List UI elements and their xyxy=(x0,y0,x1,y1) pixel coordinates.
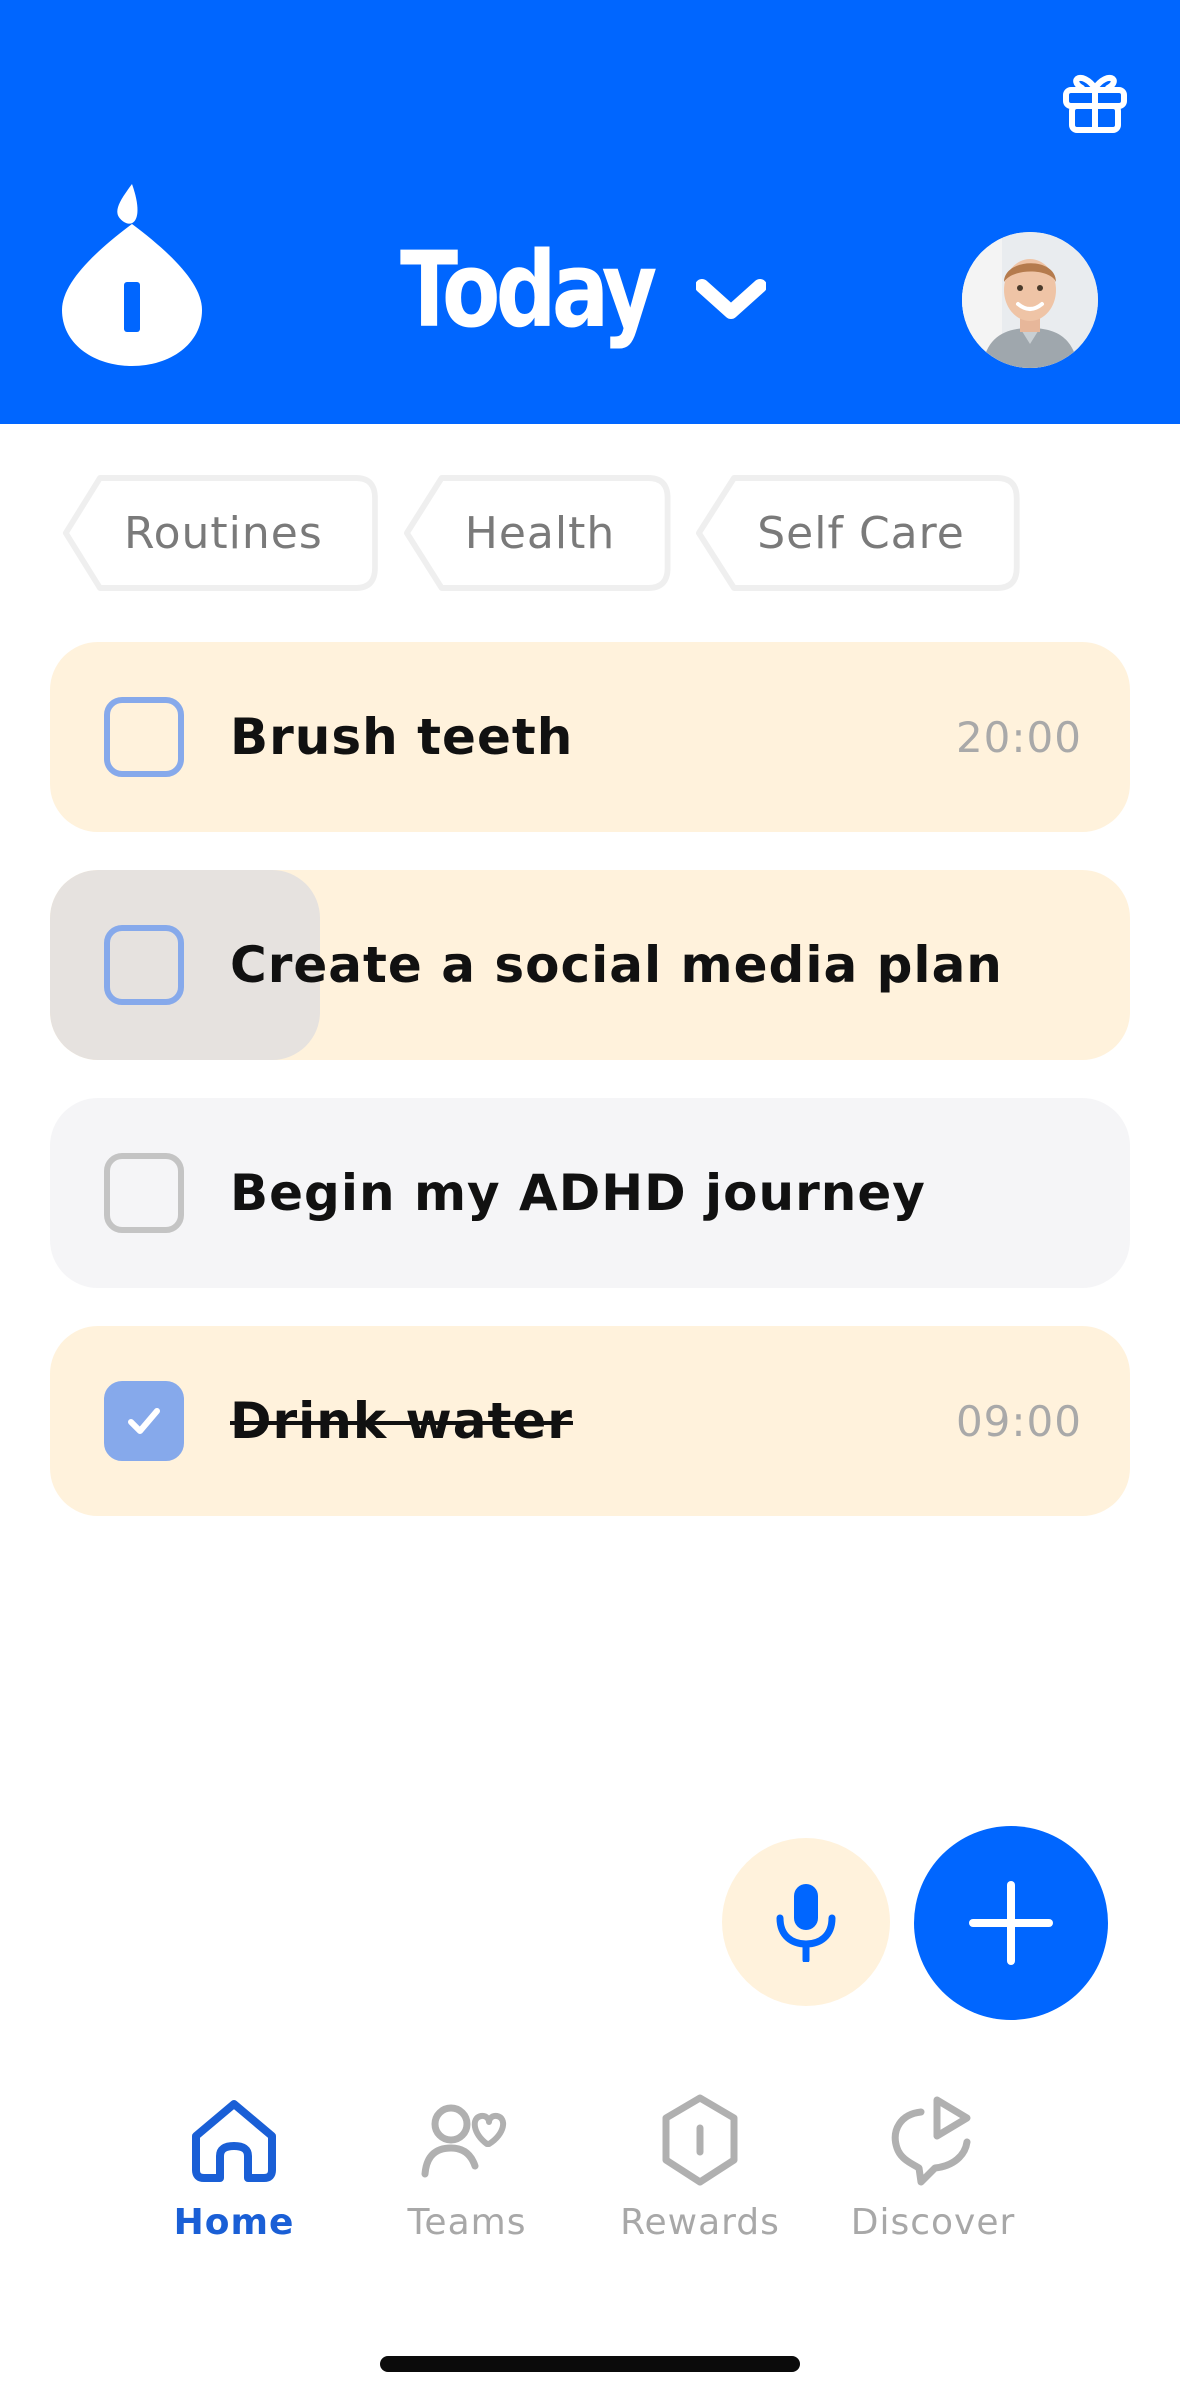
nav-home[interactable]: Home xyxy=(124,2090,344,2270)
task-checkbox[interactable] xyxy=(104,697,184,777)
app-logo-icon xyxy=(62,184,202,366)
microphone-icon xyxy=(776,1884,836,1962)
checkmark-icon xyxy=(128,1408,160,1434)
bottom-nav: Home Teams Rewards Discover xyxy=(0,2090,1180,2270)
chip-self-care[interactable]: Self Care xyxy=(695,474,1021,592)
chip-routines[interactable]: Routines xyxy=(62,474,379,592)
home-indicator[interactable] xyxy=(380,2356,800,2372)
avatar[interactable] xyxy=(962,232,1098,368)
voice-input-button[interactable] xyxy=(722,1838,890,2006)
task-label: Brush teeth xyxy=(230,708,574,766)
nav-label: Teams xyxy=(407,2202,527,2243)
nav-rewards[interactable]: Rewards xyxy=(590,2090,810,2270)
plus-icon xyxy=(969,1881,1053,1965)
category-chips: Routines Health Self Care xyxy=(62,474,1021,592)
nav-teams[interactable]: Teams xyxy=(357,2090,577,2270)
home-icon xyxy=(192,2100,276,2182)
task-item[interactable]: Brush teeth 20:00 xyxy=(50,642,1130,832)
nav-label: Rewards xyxy=(620,2202,780,2243)
add-task-button[interactable] xyxy=(914,1826,1108,2020)
task-label: Begin my ADHD journey xyxy=(230,1164,926,1222)
nav-label: Home xyxy=(173,2202,295,2243)
task-checkbox[interactable] xyxy=(104,1153,184,1233)
header: Today xyxy=(0,0,1180,424)
nav-label: Discover xyxy=(850,2202,1016,2243)
task-label: Drink water xyxy=(230,1392,573,1450)
task-checkbox[interactable] xyxy=(104,925,184,1005)
task-time: 20:00 xyxy=(955,712,1082,762)
nav-discover[interactable]: Discover xyxy=(823,2090,1043,2270)
rewards-icon xyxy=(662,2094,738,2186)
discover-icon xyxy=(891,2096,971,2186)
task-item[interactable]: Create a social media plan xyxy=(50,870,1130,1060)
gift-icon[interactable] xyxy=(1060,66,1130,136)
task-checkbox-checked[interactable] xyxy=(104,1381,184,1461)
task-item[interactable]: Begin my ADHD journey xyxy=(50,1098,1130,1288)
date-selector[interactable]: Today xyxy=(400,229,766,351)
task-label: Create a social media plan xyxy=(230,936,1003,994)
task-time: 09:00 xyxy=(955,1396,1082,1446)
chevron-down-icon xyxy=(696,279,766,319)
page-title: Today xyxy=(400,229,657,351)
teams-icon xyxy=(421,2104,507,2178)
task-item[interactable]: Drink water 09:00 xyxy=(50,1326,1130,1516)
chip-health[interactable]: Health xyxy=(403,474,671,592)
